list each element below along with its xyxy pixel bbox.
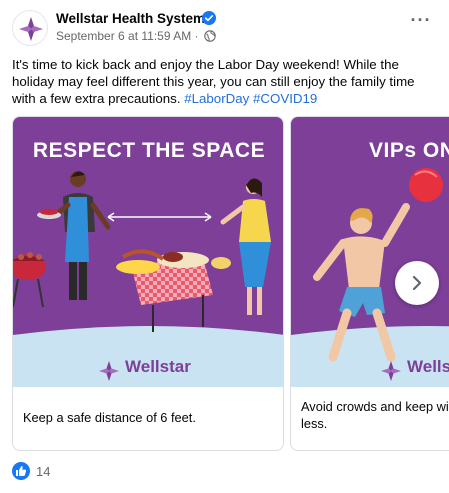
more-options-icon[interactable]: ··· [409,11,433,34]
card-brand-wordmark: Wellstar [125,357,191,376]
page-name[interactable]: Wellstar Health System [56,11,205,26]
wellstar-logo-icon [19,17,43,41]
card-image-title: VIPs ON [369,139,449,162]
card-image[interactable]: RESPECT THE SPACE Wellstar [13,117,283,387]
post-header: Wellstar Health System September 6 at 11… [12,10,437,48]
image-carousel: RESPECT THE SPACE Wellstar Keep a safe d… [0,116,449,456]
post-text: It's time to kick back and enjoy the Lab… [12,56,437,107]
reaction-count[interactable]: 14 [36,464,50,479]
post-timestamp[interactable]: September 6 at 11:59 AM [56,29,191,43]
carousel-next-button[interactable] [395,261,439,305]
facebook-post: Wellstar Health System September 6 at 11… [0,0,449,493]
post-meta: September 6 at 11:59 AM · [56,29,216,43]
card-caption[interactable]: Avoid crowds and keep with 10 people or … [291,387,449,450]
meta-separator: · [194,29,199,43]
like-icon [12,462,30,480]
verified-badge-icon [202,11,216,25]
hashtag-covid19[interactable]: #COVID19 [253,91,317,106]
hashtag-laborday[interactable]: #LaborDay [184,91,249,106]
card-caption[interactable]: Keep a safe distance of 6 feet. [13,387,283,450]
carousel-card[interactable]: RESPECT THE SPACE Wellstar Keep a safe d… [12,116,284,451]
page-avatar[interactable] [12,10,48,46]
card-brand-wordmark: Wellst [407,357,449,376]
card-image-title: RESPECT THE SPACE [32,139,266,162]
card-image[interactable]: VIPs ON Wellst [291,117,449,387]
chevron-right-icon [412,275,422,291]
globe-icon [204,30,216,42]
